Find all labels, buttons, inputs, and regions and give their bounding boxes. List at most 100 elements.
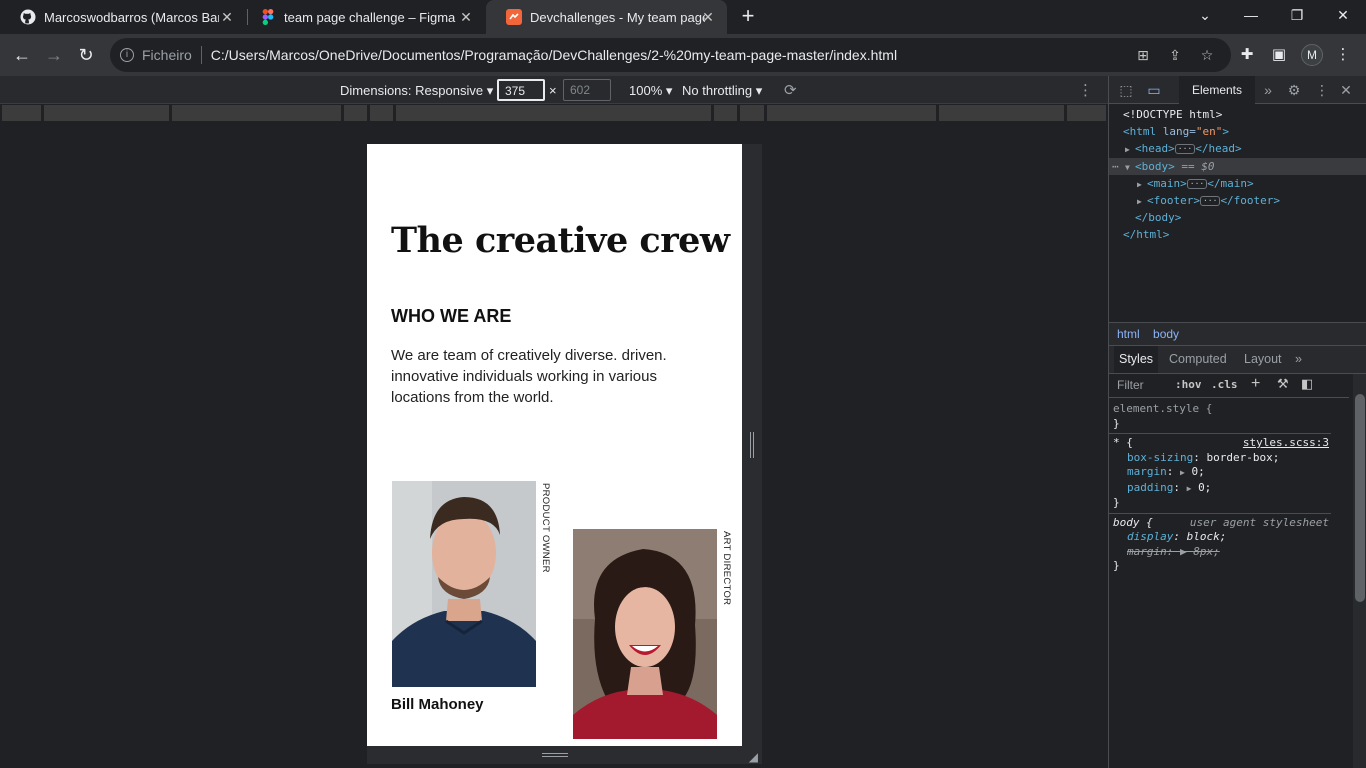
page-title: The creative crew	[391, 220, 730, 261]
restore-icon[interactable]: ❐	[1274, 0, 1320, 30]
breadcrumb-item[interactable]: html	[1117, 327, 1140, 341]
close-tab-icon[interactable]: ✕	[457, 8, 475, 26]
hov-toggle[interactable]: :hov	[1175, 378, 1202, 391]
tab-styles[interactable]: Styles	[1114, 346, 1159, 373]
media-query-segment[interactable]	[172, 105, 342, 121]
tab-title: Devchallenges - My team page	[530, 9, 705, 25]
close-tab-icon[interactable]: ✕	[699, 8, 717, 26]
rule-selector[interactable]: body {	[1113, 516, 1153, 529]
ellipsis-icon[interactable]: ···	[1199, 195, 1221, 206]
style-rules: element.style { } * { styles.scss:3 box-s…	[1109, 400, 1331, 576]
css-declaration[interactable]: margin: ▶ 0;	[1113, 465, 1327, 481]
css-declaration[interactable]: box-sizing: border-box;	[1113, 451, 1327, 466]
node-options-icon[interactable]: ⋯	[1112, 158, 1119, 175]
dom-node-selected[interactable]: ⋯ ▼ <body> == $0	[1109, 157, 1366, 176]
media-query-segment[interactable]	[939, 105, 1065, 121]
rule-selector[interactable]: element.style {	[1113, 402, 1327, 417]
zoom-dropdown[interactable]: 100% ▾	[629, 83, 672, 99]
forward-icon[interactable]: →	[42, 43, 66, 67]
devtools-menu-kebab-icon[interactable]: ⋮	[1313, 81, 1331, 99]
dimensions-label: Dimensions: Responsive	[340, 83, 484, 98]
side-panel-icon[interactable]: ▣	[1269, 45, 1289, 65]
resize-handle-right[interactable]	[742, 144, 762, 746]
dom-node[interactable]: ▶ <head> ··· </head>	[1109, 140, 1366, 157]
bookmark-star-icon[interactable]: ☆	[1198, 46, 1216, 64]
dom-node[interactable]: <html lang="en">	[1109, 123, 1366, 140]
rule-close: }	[1113, 559, 1120, 572]
media-query-segment[interactable]	[1067, 105, 1107, 121]
tab-elements[interactable]: Elements	[1179, 76, 1255, 104]
expand-triangle-icon[interactable]: ▶	[1137, 176, 1147, 193]
close-devtools-icon[interactable]: ✕	[1337, 81, 1355, 99]
back-icon[interactable]: ←	[10, 43, 34, 67]
width-input[interactable]: 375	[497, 79, 545, 101]
paint-icon[interactable]: ⚒	[1277, 376, 1289, 392]
share-icon[interactable]: ⇪	[1166, 46, 1184, 64]
gear-icon[interactable]: ⚙	[1285, 81, 1303, 99]
avatar[interactable]: M	[1301, 44, 1323, 66]
cls-toggle[interactable]: .cls	[1211, 378, 1238, 391]
media-query-segment[interactable]	[44, 105, 170, 121]
rule-selector[interactable]: * {	[1113, 436, 1133, 449]
url-text[interactable]: C:/Users/Marcos/OneDrive/Documentos/Prog…	[211, 47, 897, 63]
inspect-element-icon[interactable]: ⬚	[1117, 81, 1135, 99]
tab-figma[interactable]: team page challenge – Figma ✕	[240, 0, 485, 34]
dimensions-dropdown[interactable]: Dimensions: Responsive ▾	[340, 83, 493, 99]
more-tabs-icon[interactable]: »	[1259, 81, 1277, 99]
tab-devchallenges[interactable]: Devchallenges - My team page ✕	[486, 0, 727, 34]
scrollbar-thumb[interactable]	[1355, 394, 1365, 602]
ellipsis-icon[interactable]: ···	[1186, 178, 1208, 189]
resize-handle-bottom[interactable]: ◢	[367, 746, 762, 764]
throttling-value: No throttling	[682, 83, 753, 98]
media-query-segment[interactable]	[2, 105, 42, 121]
info-icon[interactable]: i	[120, 48, 134, 62]
tab-search-icon[interactable]: ⌄	[1182, 0, 1228, 30]
media-query-segment[interactable]	[740, 105, 765, 121]
browser-window: Marcoswodbarros (Marcos Barros) ✕ team p…	[0, 0, 1366, 768]
dom-node[interactable]: <!DOCTYPE html>	[1109, 106, 1366, 123]
media-query-segment[interactable]	[767, 105, 937, 121]
styles-scrollbar[interactable]	[1353, 374, 1366, 768]
dom-node[interactable]: </html>	[1109, 226, 1366, 243]
media-query-segment[interactable]	[344, 105, 368, 121]
media-query-segment[interactable]	[370, 105, 394, 121]
dom-node[interactable]: ▶ <footer> ··· </footer>	[1109, 192, 1366, 209]
new-rule-icon[interactable]: +	[1251, 375, 1260, 393]
expand-triangle-icon[interactable]: ▶	[1125, 141, 1135, 158]
reload-icon[interactable]: ↻	[74, 43, 98, 67]
breadcrumb-item[interactable]: body	[1153, 327, 1179, 341]
close-tab-icon[interactable]: ✕	[218, 8, 236, 26]
expand-triangle-icon[interactable]: ▶	[1137, 193, 1147, 210]
css-declaration[interactable]: padding: ▶ 0;	[1113, 481, 1327, 497]
address-bar[interactable]: i Ficheiro C:/Users/Marcos/OneDrive/Docu…	[110, 38, 1231, 72]
ellipsis-icon[interactable]: ···	[1174, 144, 1196, 155]
more-tabs-icon[interactable]: »	[1295, 346, 1302, 373]
dom-node[interactable]: </body>	[1109, 209, 1366, 226]
tab-computed[interactable]: Computed	[1169, 346, 1227, 373]
throttling-dropdown[interactable]: No throttling ▾	[682, 83, 762, 99]
device-toggle-icon[interactable]: ▭	[1145, 81, 1163, 99]
media-query-segment[interactable]	[396, 105, 712, 121]
css-declaration-overridden[interactable]: margin: ▶ 8px;	[1113, 545, 1327, 560]
css-declaration[interactable]: display: block;	[1113, 530, 1327, 545]
new-tab-button[interactable]: +	[737, 5, 759, 28]
head-open-tag: <head>	[1135, 142, 1175, 156]
device-menu-kebab-icon[interactable]: ⋮	[1078, 81, 1093, 99]
tab-github[interactable]: Marcoswodbarros (Marcos Barros) ✕	[0, 0, 246, 34]
dom-node[interactable]: ▶ <main> ··· </main>	[1109, 175, 1366, 192]
media-query-segment[interactable]	[714, 105, 738, 121]
rotate-icon[interactable]: ⟳	[784, 81, 802, 99]
minimize-icon[interactable]: —	[1228, 0, 1274, 30]
rule-close: }	[1113, 416, 1120, 430]
resize-corner-icon[interactable]: ◢	[749, 750, 758, 764]
collapse-triangle-icon[interactable]: ▼	[1125, 159, 1135, 176]
tab-layout[interactable]: Layout	[1244, 346, 1282, 373]
rule-source-link[interactable]: styles.scss:3	[1243, 436, 1329, 451]
filter-input[interactable]: Filter	[1117, 378, 1144, 392]
extensions-icon[interactable]: ✚	[1237, 45, 1257, 65]
height-input[interactable]: 602	[563, 79, 611, 101]
sidebar-toggle-icon[interactable]: ◧	[1301, 376, 1313, 392]
close-window-icon[interactable]: ✕	[1320, 0, 1366, 30]
menu-kebab-icon[interactable]: ⋮	[1333, 45, 1353, 65]
translate-icon[interactable]: ⊞	[1134, 46, 1152, 64]
